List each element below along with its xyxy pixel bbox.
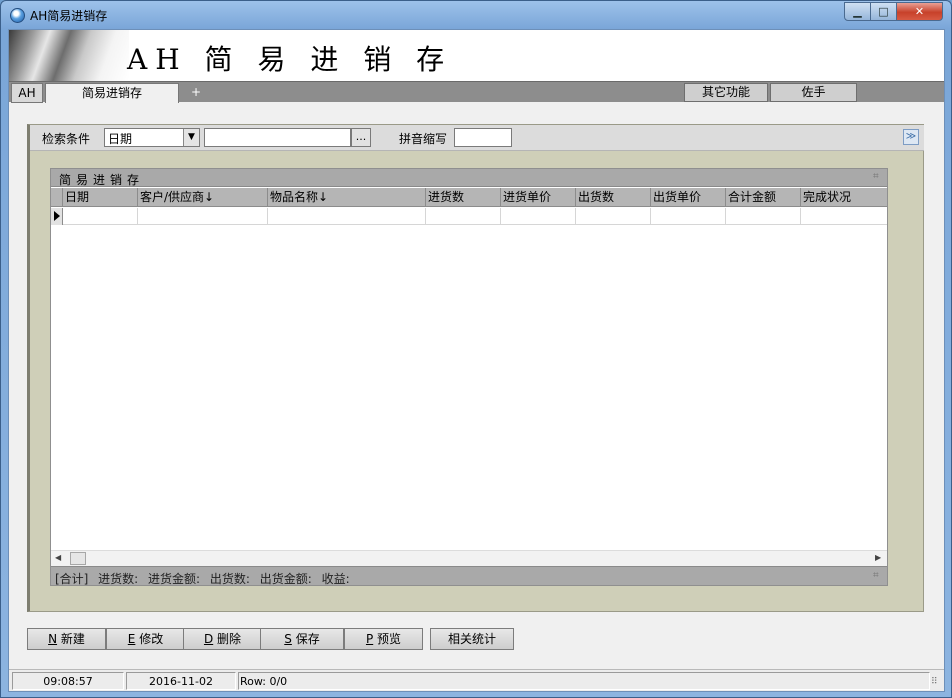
table-cell[interactable]: [726, 208, 801, 225]
table-cell[interactable]: [138, 208, 268, 225]
edit-button[interactable]: E 修改: [106, 628, 185, 650]
row-pointer-icon: [54, 211, 60, 221]
banner: AH 简 易 进 销 存: [9, 30, 944, 81]
preview-button[interactable]: P 预览: [344, 628, 423, 650]
column-header[interactable]: 物品名称↓: [268, 188, 426, 207]
shortcut-key: S: [284, 632, 292, 646]
collapse-icon[interactable]: ≫: [903, 129, 919, 145]
chevron-down-icon[interactable]: ▼: [183, 129, 199, 146]
pinyin-label: 拼音缩写: [399, 132, 448, 146]
scroll-thumb[interactable]: [70, 552, 86, 565]
shortcut-key: P: [365, 632, 374, 646]
search-keyword-input[interactable]: [204, 128, 351, 147]
search-bar: 检索条件 日期 ▼ ... 拼音缩写 ≫: [30, 125, 924, 151]
banner-title: AH 简 易 进 销 存: [127, 43, 453, 76]
button-label: 删除: [217, 632, 242, 646]
maximize-button[interactable]: □: [870, 2, 897, 21]
column-header[interactable]: 完成状况: [801, 188, 887, 207]
client-area: AH 简 易 进 销 存 AH 简易进销存 + 其它功能 佐手 检索条件 日期 …: [8, 29, 945, 692]
status-date: 2016-11-02: [126, 672, 236, 690]
status-bar: 09:08:57 2016-11-02 Row: 0/0 ⠿: [9, 669, 944, 691]
table-cell[interactable]: [651, 208, 726, 225]
grid-caption: 简易进销存 ⌗: [51, 169, 887, 187]
browse-button[interactable]: ...: [351, 128, 371, 147]
other-functions-button[interactable]: 其它功能: [684, 83, 768, 102]
save-button[interactable]: S 保存: [260, 628, 344, 650]
table-cell[interactable]: [268, 208, 426, 225]
scroll-right-icon[interactable]: ▶: [875, 553, 881, 562]
delete-button[interactable]: D 删除: [183, 628, 262, 650]
table-cell[interactable]: [801, 208, 887, 225]
tab-strip: AH 简易进销存 + 其它功能 佐手: [9, 81, 944, 103]
window-title: AH简易进销存: [30, 9, 108, 23]
button-label: 修改: [139, 632, 164, 646]
shortcut-key: E: [127, 632, 136, 646]
helper-button[interactable]: 佐手: [770, 83, 857, 102]
scroll-left-icon[interactable]: ◀: [55, 553, 61, 562]
column-header[interactable]: 出货单价: [651, 188, 726, 207]
header-indicator-cell: [51, 188, 63, 207]
table-cell[interactable]: [63, 208, 138, 225]
table-row[interactable]: [51, 208, 887, 225]
tab-ah[interactable]: AH: [11, 83, 43, 103]
table-cell[interactable]: [501, 208, 576, 225]
button-label: 新建: [60, 632, 85, 646]
app-globe-icon: [10, 8, 25, 23]
horizontal-scrollbar[interactable]: ◀ ▶: [51, 550, 887, 566]
content-panel: 检索条件 日期 ▼ ... 拼音缩写 ≫ 简易进销存 ⌗ 日期 客户/供应商↓ …: [27, 124, 924, 612]
grid-summary-footer: [合计] 进货数: 进货金额: 出货数: 出货金额: 收益: ⌗: [51, 566, 887, 586]
minimize-button[interactable]: ▁: [844, 2, 871, 21]
resize-grip-icon[interactable]: ⠿: [931, 677, 938, 687]
grid-caption-text: 简易进销存: [59, 173, 145, 187]
search-field-value: 日期: [108, 132, 133, 146]
add-tab-button[interactable]: +: [185, 83, 207, 103]
status-row-count: Row: 0/0: [238, 672, 930, 690]
new-button[interactable]: N 新建: [27, 628, 106, 650]
banner-image: [9, 30, 129, 81]
grid-header: 日期 客户/供应商↓ 物品名称↓ 进货数 进货单价 出货数 出货单价 合计金额 …: [51, 188, 887, 207]
search-field-select[interactable]: 日期 ▼: [104, 128, 200, 147]
search-condition-label: 检索条件: [42, 132, 91, 146]
pin-icon[interactable]: ⌗: [873, 171, 879, 182]
app-window: AH简易进销存 ▁ □ ✕ AH 简 易 进 销 存 AH 简易进销存 + 其它…: [0, 0, 952, 698]
column-header[interactable]: 客户/供应商↓: [138, 188, 268, 207]
column-header[interactable]: 合计金额: [726, 188, 801, 207]
statistics-button[interactable]: 相关统计: [430, 628, 514, 650]
close-button[interactable]: ✕: [896, 2, 943, 21]
column-header[interactable]: 进货单价: [501, 188, 576, 207]
row-indicator: [51, 208, 63, 225]
pin-icon[interactable]: ⌗: [873, 570, 879, 581]
title-bar[interactable]: AH简易进销存 ▁ □ ✕: [1, 1, 951, 29]
data-grid: 简易进销存 ⌗ 日期 客户/供应商↓ 物品名称↓ 进货数 进货单价 出货数 出货…: [50, 168, 888, 586]
column-header[interactable]: 日期: [63, 188, 138, 207]
tab-inventory[interactable]: 简易进销存: [45, 83, 179, 103]
shortcut-key: D: [203, 632, 214, 646]
column-header[interactable]: 进货数: [426, 188, 501, 207]
pinyin-input[interactable]: [454, 128, 512, 147]
table-cell[interactable]: [576, 208, 651, 225]
button-label: 预览: [377, 632, 402, 646]
status-time: 09:08:57: [12, 672, 124, 690]
summary-text: [合计] 进货数: 进货金额: 出货数: 出货金额: 收益:: [55, 572, 350, 586]
table-cell[interactable]: [426, 208, 501, 225]
shortcut-key: N: [48, 632, 58, 646]
button-label: 保存: [295, 632, 320, 646]
column-header[interactable]: 出货数: [576, 188, 651, 207]
